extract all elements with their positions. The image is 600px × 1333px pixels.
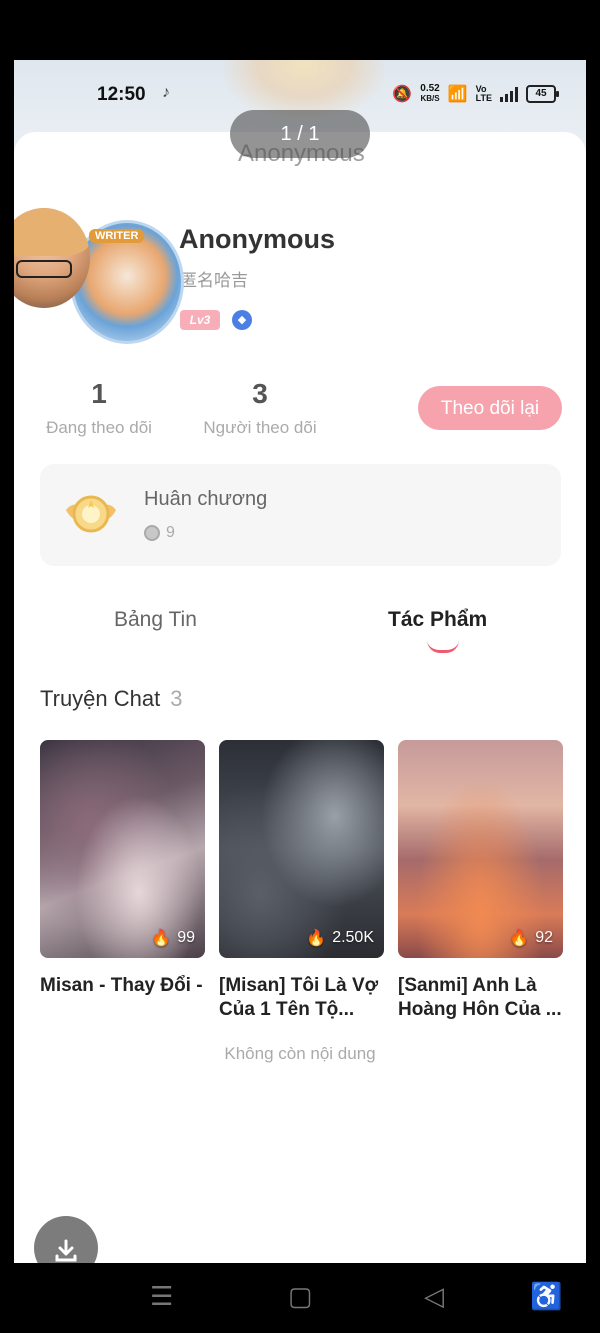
story-thumbnail: 🔥 92 — [398, 740, 563, 958]
story-title: [Sanmi] Anh Là Hoàng Hôn Của ... — [398, 975, 562, 1020]
medal-title: Huân chương — [144, 488, 268, 510]
story-likes: 🔥 92 — [509, 928, 553, 948]
tab-works[interactable]: Tác Phẩm — [388, 608, 487, 632]
level-badge: Lv3 — [180, 310, 220, 330]
story-title: Misan - Thay Đổi - — [40, 975, 203, 996]
volte-icon: Vo LTE — [475, 84, 492, 103]
status-time: 12:50 — [97, 84, 146, 105]
story-thumbnail: 🔥 2.50K — [219, 740, 384, 958]
mute-icon: 🔕 — [392, 86, 413, 103]
story-card[interactable]: 🔥 92 [Sanmi] Anh Là Hoàng Hôn Của ... — [398, 740, 563, 1022]
profile-subname: 匿名哈吉 — [180, 271, 248, 290]
network-speed-value: 0.52 — [420, 83, 440, 94]
story-card[interactable]: 🔥 2.50K [Misan] Tôi Là Vợ Của 1 Tên Tộ..… — [219, 740, 384, 1022]
following-stat[interactable]: 1 Đang theo dõi — [38, 378, 160, 438]
accessibility-icon[interactable]: ♿ — [530, 1281, 562, 1312]
section-count: 3 — [170, 686, 183, 711]
system-nav-bar: ☰ ▢ ◁ ♿ — [0, 1263, 600, 1333]
fire-icon: 🔥 — [151, 930, 172, 947]
medal-count: 9 — [144, 524, 175, 542]
followers-stat[interactable]: 3 Người theo dõi — [197, 378, 323, 438]
end-of-content-text: Không còn nội dung — [224, 1044, 376, 1063]
profile-name: Anonymous — [179, 224, 336, 254]
writer-badge: WRITER — [89, 229, 145, 243]
wifi-icon: 📶 — [447, 86, 468, 103]
story-likes: 🔥 99 — [151, 928, 195, 948]
medal-card[interactable]: Huân chương 9 — [40, 464, 561, 566]
back-icon[interactable]: ◁ — [424, 1281, 444, 1312]
story-likes-count: 92 — [535, 929, 553, 946]
story-likes-count: 99 — [177, 929, 195, 946]
story-likes: 🔥 2.50K — [306, 928, 374, 948]
tiktok-icon: ♪ — [162, 84, 170, 101]
fire-icon: 🔥 — [306, 930, 327, 947]
section-title: Truyện Chat 3 — [40, 686, 183, 712]
story-thumbnail: 🔥 99 — [40, 740, 205, 958]
following-label: Đang theo dõi — [46, 418, 152, 437]
home-icon[interactable]: ▢ — [288, 1281, 313, 1312]
diamond-icon: ◆ — [232, 310, 252, 330]
medal-icon — [66, 495, 116, 533]
app-screen: 1 / 1 Anonymous WRITER Anonymous 匿名哈吉 Lv… — [14, 60, 586, 1263]
story-likes-count: 2.50K — [332, 929, 374, 946]
signal-icon — [500, 86, 518, 102]
recent-apps-icon[interactable]: ☰ — [150, 1281, 173, 1312]
download-icon — [55, 1239, 77, 1262]
following-count: 1 — [91, 378, 107, 409]
medal-count-value: 9 — [166, 524, 175, 541]
story-title: [Misan] Tôi Là Vợ Của 1 Tên Tộ... — [219, 975, 379, 1020]
follow-back-button[interactable]: Theo dõi lại — [418, 386, 562, 430]
overlay-title: Anonymous — [238, 140, 365, 167]
network-speed-unit: KB/S — [420, 94, 440, 103]
network-speed: 0.52 KB/S — [420, 84, 439, 104]
followers-label: Người theo dõi — [203, 418, 317, 437]
story-card[interactable]: 🔥 99 Misan - Thay Đổi - — [40, 740, 205, 998]
tab-feed[interactable]: Bảng Tin — [114, 608, 197, 632]
battery-icon: 45 — [526, 85, 559, 103]
medal-count-icon — [144, 525, 160, 541]
fire-icon: 🔥 — [509, 930, 530, 947]
section-title-text: Truyện Chat — [40, 686, 161, 711]
followers-count: 3 — [252, 378, 268, 409]
status-bar: 12:50 ♪ 🔕 0.52 KB/S 📶 Vo LTE 45 — [14, 74, 586, 118]
